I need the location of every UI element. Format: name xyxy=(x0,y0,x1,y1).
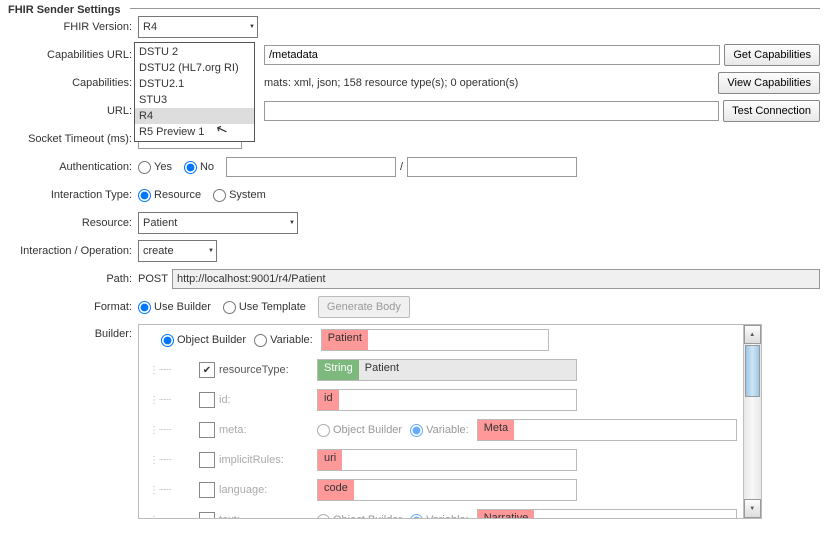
path-label: Path: xyxy=(4,273,138,285)
resource-select[interactable]: Patient ▼ xyxy=(138,212,298,234)
path-input xyxy=(172,269,820,289)
fhir-version-value: R4 xyxy=(143,21,157,33)
format-template-radio[interactable] xyxy=(223,301,236,314)
generate-body-button: Generate Body xyxy=(318,296,410,318)
auth-yes-radio[interactable] xyxy=(138,161,151,174)
itype-system-radio[interactable] xyxy=(213,189,226,202)
get-capabilities-button[interactable]: Get Capabilities xyxy=(724,44,820,66)
builder-var-radio[interactable] xyxy=(254,334,267,347)
val-text[interactable] xyxy=(534,510,735,518)
format-builder-radio[interactable] xyxy=(138,301,151,314)
test-connection-button[interactable]: Test Connection xyxy=(723,100,820,122)
chevron-down-icon: ▼ xyxy=(208,248,214,254)
fhir-version-select[interactable]: R4 ▼ xyxy=(138,16,258,38)
url-input[interactable] xyxy=(264,101,719,121)
interaction-op-value: create xyxy=(143,245,174,257)
tag-meta: Meta xyxy=(478,420,514,440)
capabilities-url-label: Capabilities URL: xyxy=(4,49,138,61)
option-dstu2[interactable]: DSTU 2 xyxy=(135,44,254,60)
text-var-radio[interactable] xyxy=(410,514,423,519)
capabilities-label: Capabilities: xyxy=(4,77,138,89)
meta-var-radio[interactable] xyxy=(410,424,423,437)
interaction-op-label: Interaction / Operation: xyxy=(4,245,138,257)
check-id[interactable] xyxy=(199,392,215,408)
tag-string: String xyxy=(318,360,359,380)
option-dstu21[interactable]: DSTU2.1 xyxy=(135,76,254,92)
capabilities-url-input[interactable] xyxy=(264,45,720,65)
tag-code: code xyxy=(318,480,354,500)
tag-narrative: Narrative xyxy=(478,510,535,518)
path-verb: POST xyxy=(138,273,168,285)
option-dstu2-hl7[interactable]: DSTU2 (HL7.org RI) xyxy=(135,60,254,76)
auth-no-radio[interactable] xyxy=(184,161,197,174)
builder-scrollbar[interactable]: ▲ ▼ xyxy=(743,325,761,518)
meta-obj-radio[interactable] xyxy=(317,424,330,437)
chevron-down-icon: ▼ xyxy=(249,24,255,30)
val-implicitrules[interactable] xyxy=(342,450,576,470)
builder-obj-radio[interactable] xyxy=(161,334,174,347)
auth-sep: / xyxy=(400,161,403,173)
builder-label: Builder: xyxy=(4,324,138,340)
check-text[interactable] xyxy=(199,512,215,518)
socket-timeout-label: Socket Timeout (ms): xyxy=(4,133,138,145)
auth-pass-input[interactable] xyxy=(407,157,577,177)
capabilities-text: mats: xml, json; 158 resource type(s); 0… xyxy=(264,77,518,89)
option-r5[interactable]: R5 Preview 1 xyxy=(135,124,254,140)
url-label: URL: xyxy=(4,105,138,117)
interaction-op-select[interactable]: create ▼ xyxy=(138,240,217,262)
val-meta[interactable] xyxy=(514,420,736,440)
itype-resource-radio[interactable] xyxy=(138,189,151,202)
view-capabilities-button[interactable]: View Capabilities xyxy=(718,72,820,94)
scroll-up-icon[interactable]: ▲ xyxy=(744,325,761,344)
text-obj-radio[interactable] xyxy=(317,514,330,519)
resource-value: Patient xyxy=(143,217,177,229)
fhir-version-label: FHIR Version: xyxy=(4,21,138,33)
scroll-track[interactable] xyxy=(744,398,761,499)
label-id: id: xyxy=(219,394,317,406)
interaction-type-label: Interaction Type: xyxy=(4,189,138,201)
tag-uri: uri xyxy=(318,450,342,470)
check-meta[interactable] xyxy=(199,422,215,438)
label-meta: meta: xyxy=(219,424,317,436)
tag-id: id xyxy=(318,390,339,410)
fhir-version-dropdown[interactable]: DSTU 2 DSTU2 (HL7.org RI) DSTU2.1 STU3 R… xyxy=(134,42,255,142)
option-r4[interactable]: R4 xyxy=(135,108,254,124)
val-language[interactable] xyxy=(354,480,576,500)
authentication-label: Authentication: xyxy=(4,161,138,173)
check-resourcetype[interactable] xyxy=(199,362,215,378)
builder-panel: Object Builder Variable: Patient ⋮┈┈ res… xyxy=(138,324,762,519)
val-id[interactable] xyxy=(339,390,576,410)
auth-user-input[interactable] xyxy=(226,157,396,177)
label-language: language: xyxy=(219,484,317,496)
format-label: Format: xyxy=(4,301,138,313)
option-stu3[interactable]: STU3 xyxy=(135,92,254,108)
scroll-thumb[interactable] xyxy=(745,345,760,397)
resource-label: Resource: xyxy=(4,217,138,229)
check-implicitrules[interactable] xyxy=(199,452,215,468)
check-language[interactable] xyxy=(199,482,215,498)
label-text: text: xyxy=(219,514,317,518)
chevron-down-icon: ▼ xyxy=(289,220,295,226)
label-resourcetype: resourceType: xyxy=(219,364,317,376)
builder-header-field[interactable] xyxy=(368,330,548,350)
val-resourcetype[interactable]: Patient xyxy=(359,360,576,380)
builder-header-tag: Patient xyxy=(322,330,368,350)
label-implicitrules: implicitRules: xyxy=(219,454,317,466)
scroll-down-icon[interactable]: ▼ xyxy=(744,499,761,518)
